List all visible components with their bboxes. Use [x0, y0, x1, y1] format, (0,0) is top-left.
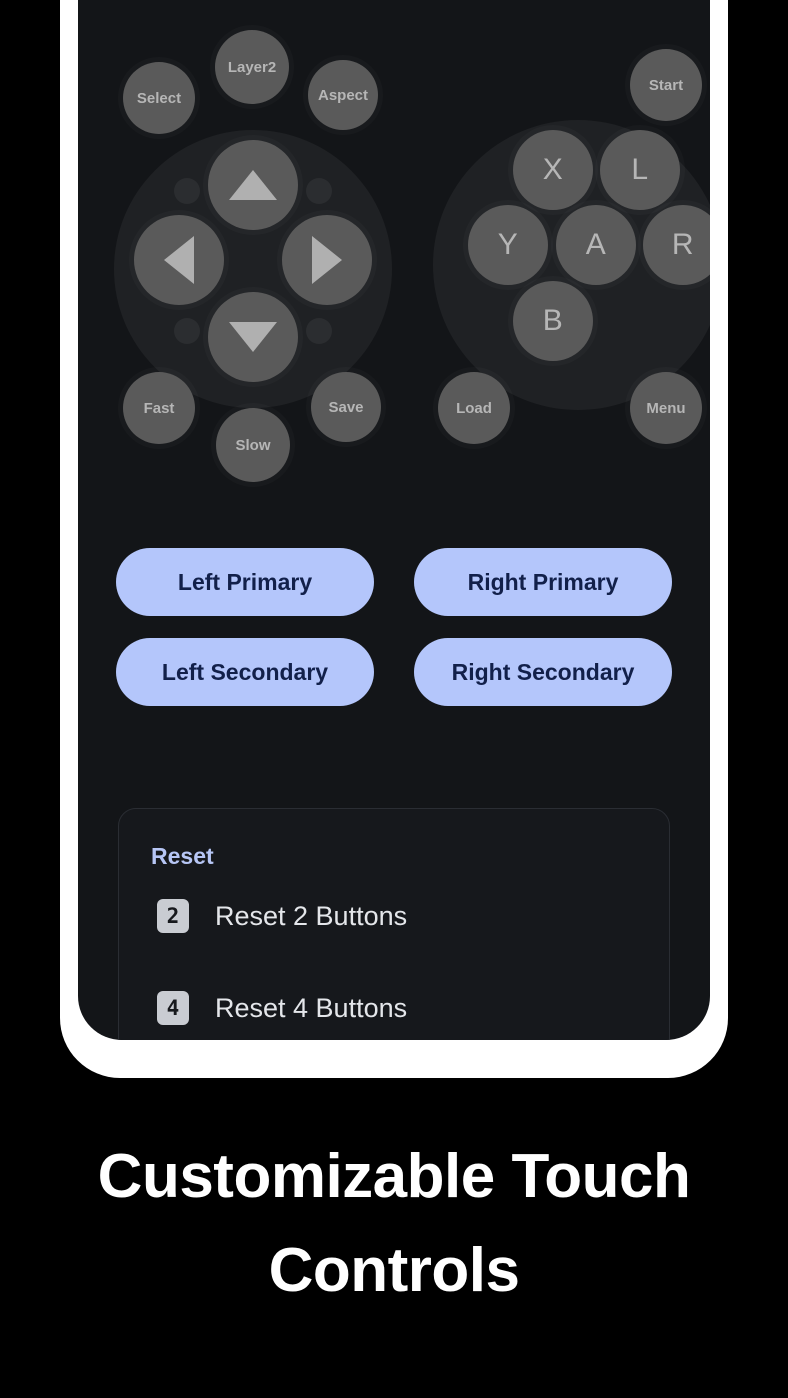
- right-primary-button[interactable]: Right Primary: [414, 548, 672, 616]
- promo-caption-line-1: Customizable Touch: [97, 1142, 691, 1211]
- menu-button[interactable]: Menu: [630, 372, 702, 444]
- aspect-button-label: Aspect: [317, 86, 369, 104]
- x-button-label: X: [542, 153, 564, 186]
- right-secondary-button[interactable]: Right Secondary: [414, 638, 672, 706]
- a-button[interactable]: A: [556, 205, 636, 285]
- promo-caption: Customizable Touch Controls: [0, 1130, 788, 1318]
- secondary-row: Left Secondary Right Secondary: [78, 638, 710, 706]
- r-button-label: R: [671, 228, 695, 261]
- x-button[interactable]: X: [513, 130, 593, 210]
- dpad-left-button[interactable]: [134, 215, 224, 305]
- a-button-label: A: [585, 228, 607, 261]
- load-button[interactable]: Load: [438, 372, 510, 444]
- left-primary-button[interactable]: Left Primary: [116, 548, 374, 616]
- save-button-label: Save: [328, 398, 364, 416]
- primary-row: Left Primary Right Primary: [78, 548, 710, 616]
- key-2-icon: 2: [157, 899, 189, 933]
- dpad-dot-upleft: [174, 178, 200, 204]
- reset-4-buttons-label: Reset 4 Buttons: [215, 992, 408, 1023]
- layer2-button[interactable]: Layer2: [215, 30, 289, 104]
- promo-caption-line-2: Controls: [268, 1236, 520, 1306]
- select-button-label: Select: [136, 89, 182, 107]
- select-button[interactable]: Select: [123, 62, 195, 134]
- slow-button-label: Slow: [235, 436, 271, 454]
- button-assignment-grid: Left Primary Right Primary Left Secondar…: [78, 548, 710, 728]
- b-button[interactable]: B: [513, 281, 593, 361]
- aspect-button[interactable]: Aspect: [308, 60, 378, 130]
- y-button-label: Y: [497, 228, 519, 261]
- reset-2-buttons-item[interactable]: 2 Reset 2 Buttons: [119, 870, 669, 962]
- load-button-label: Load: [456, 399, 492, 417]
- dpad-dot-downleft: [174, 318, 200, 344]
- right-primary-button-label: Right Primary: [467, 568, 619, 595]
- dpad-dot-downright: [306, 318, 332, 344]
- left-secondary-button[interactable]: Left Secondary: [116, 638, 374, 706]
- l-button-label: L: [631, 153, 649, 186]
- dpad-down-button[interactable]: [208, 292, 298, 382]
- start-button[interactable]: Start: [630, 49, 702, 121]
- reset-4-buttons-item[interactable]: 4 Reset 4 Buttons: [119, 962, 669, 1040]
- arrow-left-icon: [164, 236, 194, 284]
- reset-card: Reset 2 Reset 2 Buttons 4 Reset 4 Button…: [118, 808, 670, 1040]
- save-button[interactable]: Save: [311, 372, 381, 442]
- reset-2-buttons-label: Reset 2 Buttons: [215, 900, 408, 931]
- reset-section-title: Reset: [151, 843, 214, 869]
- menu-button-label: Menu: [646, 399, 686, 417]
- slow-button[interactable]: Slow: [216, 408, 290, 482]
- fast-button-label: Fast: [143, 399, 175, 417]
- dpad-up-button[interactable]: [208, 140, 298, 230]
- left-secondary-button-label: Left Secondary: [161, 658, 329, 685]
- fast-button[interactable]: Fast: [123, 372, 195, 444]
- start-button-label: Start: [648, 76, 684, 94]
- phone-screen: Select Layer2 Aspect Fast Slow Save Star…: [78, 0, 710, 1040]
- arrow-down-icon: [229, 322, 277, 352]
- right-secondary-button-label: Right Secondary: [451, 658, 635, 685]
- b-button-label: B: [542, 304, 564, 337]
- key-4-icon: 4: [157, 991, 189, 1025]
- y-button[interactable]: Y: [468, 205, 548, 285]
- dpad-right-button[interactable]: [282, 215, 372, 305]
- arrow-right-icon: [312, 236, 342, 284]
- dpad-dot-upright: [306, 178, 332, 204]
- gamepad-overlay: Select Layer2 Aspect Fast Slow Save Star…: [78, 0, 710, 520]
- arrow-up-icon: [229, 170, 277, 200]
- l-button[interactable]: L: [600, 130, 680, 210]
- left-primary-button-label: Left Primary: [177, 568, 313, 595]
- layer2-button-label: Layer2: [227, 58, 277, 76]
